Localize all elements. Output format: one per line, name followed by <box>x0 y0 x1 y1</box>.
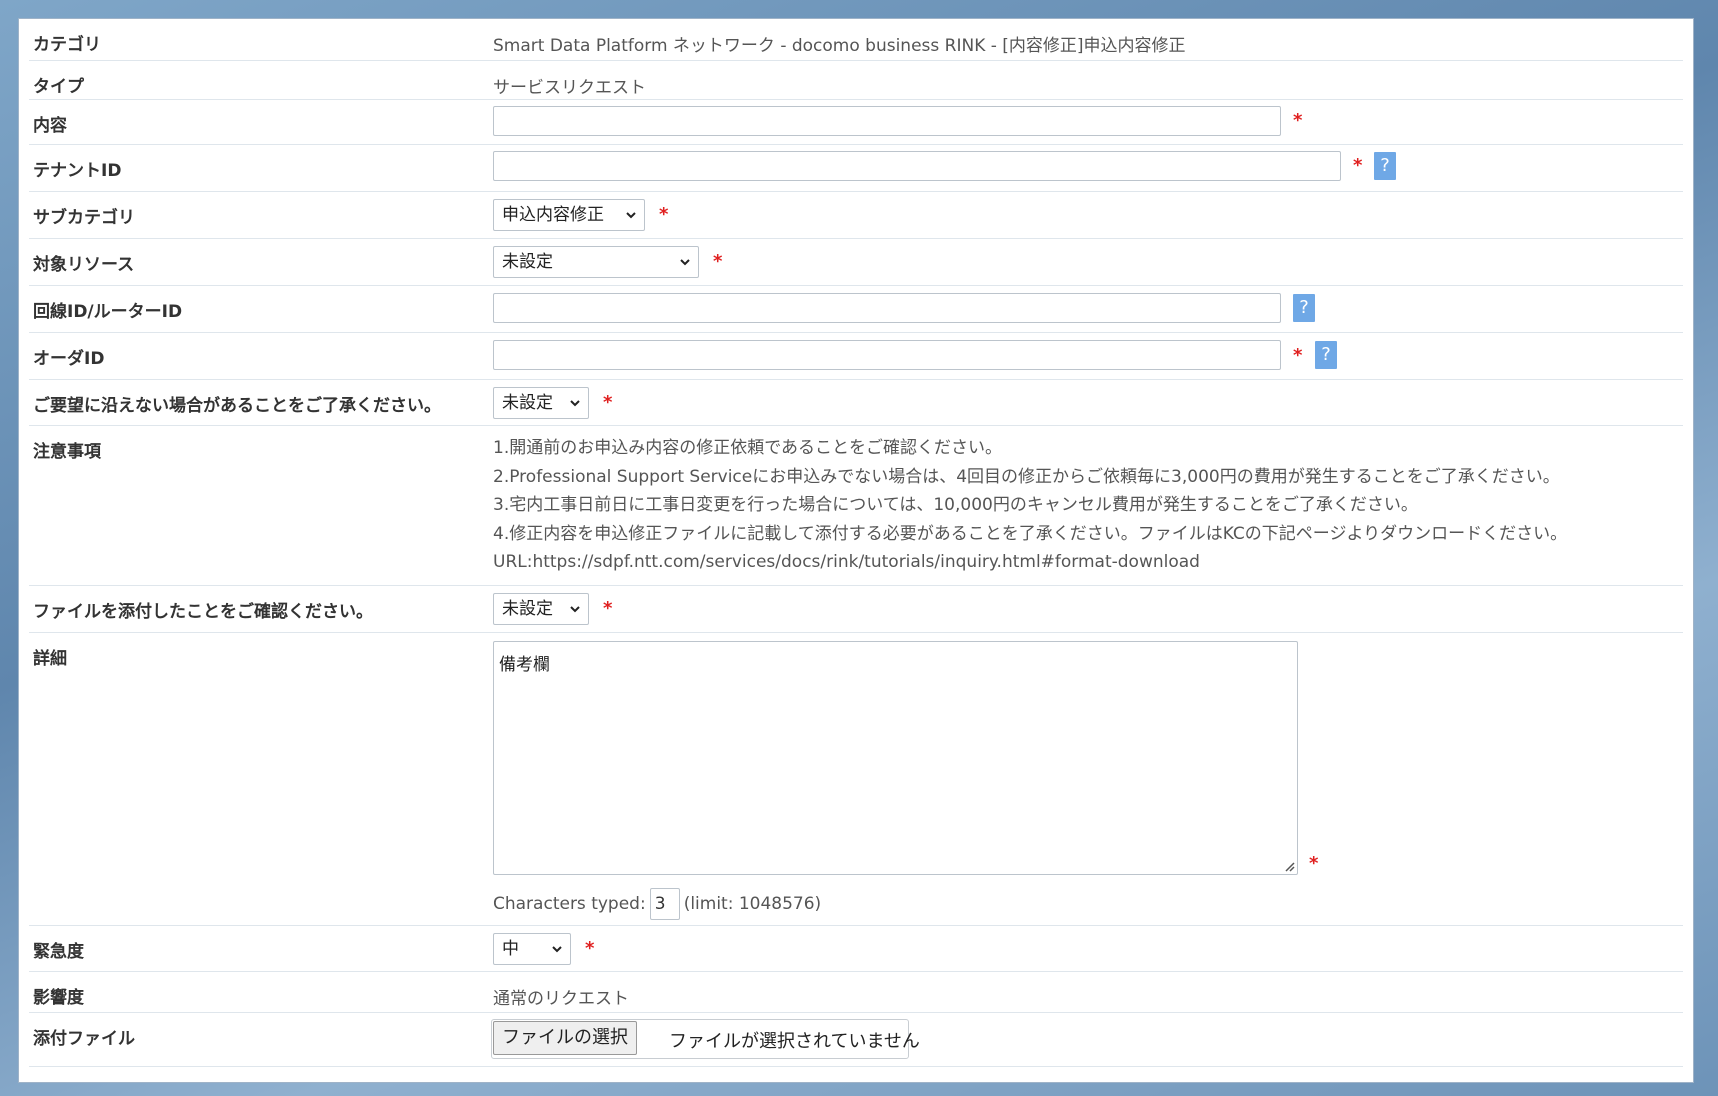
resize-grip-icon[interactable] <box>1283 860 1295 872</box>
type-value: サービスリクエスト <box>493 78 646 98</box>
notes-line: 1.開通前のお申込み内容の修正依頼であることをご確認ください。 <box>493 438 1003 458</box>
file-confirm-required-mark: * <box>603 598 613 619</box>
acknowledge-select[interactable]: 未設定 <box>493 387 589 419</box>
order-id-label: オーダID <box>33 349 105 369</box>
urgency-select[interactable]: 中 <box>493 933 571 965</box>
target-resource-selected-value: 未設定 <box>502 252 553 272</box>
impact-label: 影響度 <box>33 988 84 1008</box>
notes-line: 3.宅内工事日前日に工事日変更を行った場合については、10,000円のキャンセル… <box>493 495 1418 515</box>
row-tenant-id: テナントID * ? <box>29 145 1683 192</box>
notes-line: 2.Professional Support Serviceにお申込みでない場合… <box>493 466 1560 487</box>
category-label: カテゴリ <box>33 35 101 55</box>
target-resource-select[interactable]: 未設定 <box>493 246 699 278</box>
tenant-id-required-mark: * <box>1353 155 1363 176</box>
row-acknowledge: ご要望に沿えない場合があることをご了承ください。 未設定 * <box>29 380 1683 426</box>
acknowledge-selected-value: 未設定 <box>502 393 553 413</box>
subcategory-select[interactable]: 申込内容修正 <box>493 199 645 231</box>
row-line-router-id: 回線ID/ルーターID ? <box>29 286 1683 333</box>
target-resource-label: 対象リソース <box>33 255 135 275</box>
row-order-id: オーダID * ? <box>29 333 1683 380</box>
chars-prefix: Characters typed: <box>493 894 646 914</box>
line-router-id-label: 回線ID/ルーターID <box>33 302 183 322</box>
urgency-selected-value: 中 <box>502 939 519 959</box>
character-counter: Characters typed: 3 (limit: 1048576) <box>493 888 821 920</box>
file-confirm-selected-value: 未設定 <box>502 599 553 619</box>
chevron-down-icon <box>626 212 636 219</box>
tenant-id-input[interactable] <box>493 151 1341 181</box>
details-label: 詳細 <box>33 649 67 669</box>
content-label: 内容 <box>33 116 67 136</box>
row-target-resource: 対象リソース 未設定 * <box>29 239 1683 286</box>
order-id-help-icon[interactable]: ? <box>1315 341 1337 369</box>
content-required-mark: * <box>1293 110 1303 131</box>
row-urgency: 緊急度 中 * <box>29 926 1683 972</box>
subcategory-required-mark: * <box>659 204 669 225</box>
file-confirm-select[interactable]: 未設定 <box>493 593 589 625</box>
acknowledge-required-mark: * <box>603 392 613 413</box>
row-notes: 注意事項 1.開通前のお申込み内容の修正依頼であることをご確認ください。 2.P… <box>29 426 1683 586</box>
row-impact: 影響度 通常のリクエスト <box>29 972 1683 1013</box>
type-label: タイプ <box>33 77 84 97</box>
row-details: 詳細 備考欄 * Characters typed: 3 (limit: 10485… <box>29 633 1683 926</box>
urgency-label: 緊急度 <box>33 942 84 962</box>
impact-value: 通常のリクエスト <box>493 989 629 1009</box>
notes-line: 4.修正内容を申込修正ファイルに記載して添付する必要があることを了承ください。フ… <box>493 523 1568 544</box>
details-textarea[interactable]: 備考欄 <box>493 641 1298 875</box>
chevron-down-icon <box>570 606 580 613</box>
chars-count: 3 <box>649 888 680 920</box>
row-attachment: 添付ファイル ファイルの選択 ファイルが選択されていません <box>29 1013 1683 1067</box>
notes-list: 1.開通前のお申込み内容の修正依頼であることをご確認ください。 2.Profes… <box>493 434 1567 577</box>
subcategory-label: サブカテゴリ <box>33 208 135 228</box>
chevron-down-icon <box>680 259 690 266</box>
content-input[interactable] <box>493 106 1281 136</box>
row-type: タイプ サービスリクエスト <box>29 61 1683 100</box>
urgency-required-mark: * <box>585 938 595 959</box>
subcategory-selected-value: 申込内容修正 <box>502 205 604 225</box>
attachment-label: 添付ファイル <box>33 1029 135 1049</box>
file-confirm-label: ファイルを添付したことをご確認ください。 <box>33 602 373 622</box>
line-router-id-input[interactable] <box>493 293 1281 323</box>
chevron-down-icon <box>570 400 580 407</box>
notes-url: URL:https://sdpf.ntt.com/services/docs/r… <box>493 552 1200 572</box>
details-required-mark: * <box>1309 853 1319 874</box>
category-value: Smart Data Platform ネットワーク - docomo busi… <box>493 36 1186 56</box>
tenant-id-label: テナントID <box>33 161 122 181</box>
choose-file-button[interactable]: ファイルの選択 <box>493 1021 637 1055</box>
details-text: 備考欄 <box>499 655 550 675</box>
row-content: 内容 * <box>29 100 1683 145</box>
chevron-down-icon <box>552 946 562 953</box>
tenant-id-help-icon[interactable]: ? <box>1374 152 1396 180</box>
order-id-input[interactable] <box>493 340 1281 370</box>
notes-label: 注意事項 <box>33 442 101 462</box>
line-router-id-help-icon[interactable]: ? <box>1293 294 1315 322</box>
row-file-confirm: ファイルを添付したことをご確認ください。 未設定 * <box>29 586 1683 633</box>
row-category: カテゴリ Smart Data Platform ネットワーク - docomo… <box>29 19 1683 61</box>
acknowledge-label: ご要望に沿えない場合があることをご了承ください。 <box>33 396 441 416</box>
file-status-text: ファイルが選択されていません <box>669 1031 920 1052</box>
chars-limit: (limit: 1048576) <box>683 894 822 914</box>
request-form-panel: カテゴリ Smart Data Platform ネットワーク - docomo… <box>18 18 1694 1083</box>
row-subcategory: サブカテゴリ 申込内容修正 * <box>29 192 1683 239</box>
order-id-required-mark: * <box>1293 345 1303 366</box>
target-resource-required-mark: * <box>713 251 723 272</box>
